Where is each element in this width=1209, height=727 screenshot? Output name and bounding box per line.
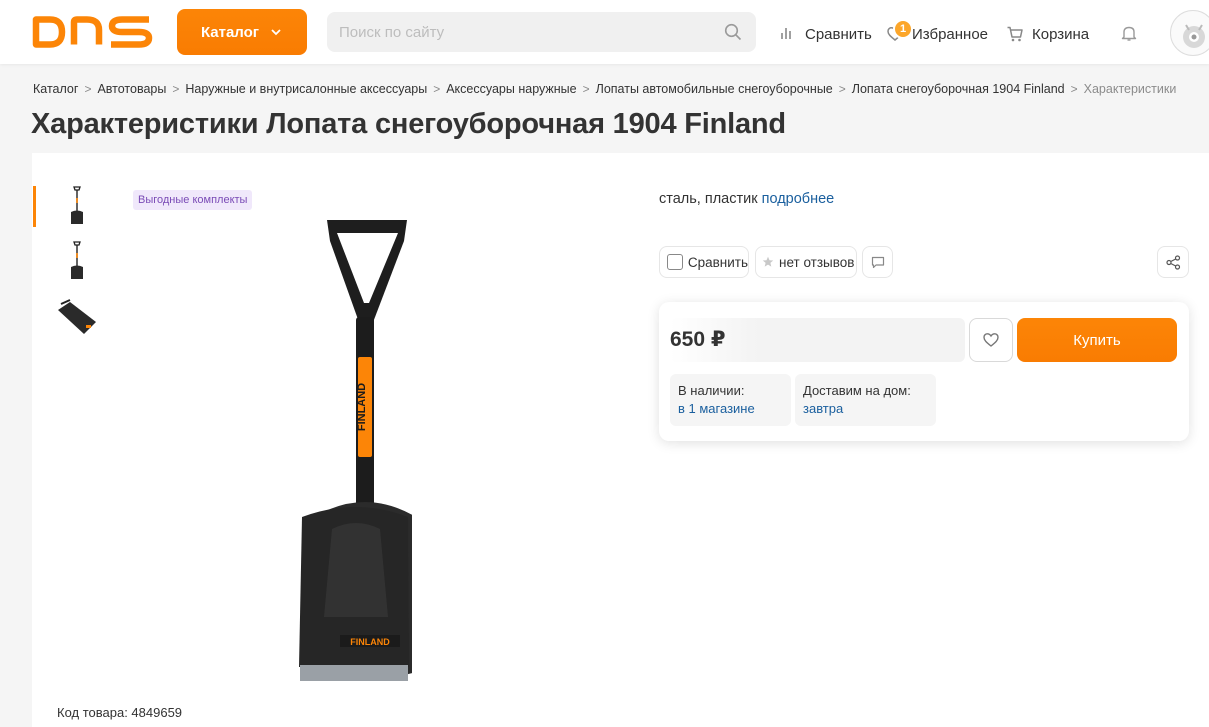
breadcrumb-item[interactable]: Аксессуары наружные: [446, 82, 576, 96]
share-button[interactable]: [1157, 246, 1189, 278]
bell-icon[interactable]: [1120, 24, 1138, 42]
delivery-label: Доставим на дом:: [803, 383, 911, 398]
brand-on-handle: FINLAND: [356, 383, 368, 431]
search-box: [327, 12, 756, 52]
availability-link[interactable]: в 1 магазине: [678, 400, 783, 418]
cart-icon: [1007, 26, 1023, 42]
comment-chip[interactable]: [862, 246, 893, 278]
breadcrumb-separator: >: [582, 82, 590, 96]
material-more-link[interactable]: подробнее: [762, 191, 835, 207]
heart-icon: [983, 333, 999, 347]
material-text: сталь, пластик: [659, 191, 758, 207]
user-avatar[interactable]: [1170, 10, 1209, 56]
product-material: сталь, пластик подробнее: [659, 191, 834, 207]
chevron-down-icon: [271, 29, 281, 36]
product-thumbnail-2[interactable]: [56, 240, 98, 282]
header-cart-label: Корзина: [1032, 25, 1090, 43]
product-thumbnail-1[interactable]: [56, 185, 98, 227]
breadcrumb-separator: >: [838, 82, 846, 96]
header-favorites-label: Избранное: [912, 25, 989, 43]
share-icon: [1165, 254, 1180, 270]
reviews-chip-label: нет отзывов: [779, 254, 855, 270]
delivery-tile: Доставим на дом: завтра: [795, 374, 936, 426]
buy-button[interactable]: Купить: [1017, 318, 1177, 362]
promo-tag[interactable]: Выгодные комплекты: [133, 190, 253, 210]
breadcrumb-separator: >: [1070, 82, 1078, 96]
site-header: Каталог Сравнить Избранное 1 Корзина: [0, 0, 1209, 64]
comment-icon: [871, 256, 884, 268]
delivery-link[interactable]: завтра: [803, 400, 928, 418]
product-price: 650 ₽: [670, 328, 726, 351]
availability-label: В наличии:: [678, 383, 745, 398]
compare-chip-label: Сравнить: [687, 254, 748, 270]
robot-avatar-icon: [1183, 24, 1205, 48]
availability-tile: В наличии: в 1 магазине: [670, 374, 791, 426]
product-main-image[interactable]: FINLAND FINLAND: [296, 217, 412, 685]
header-compare-label: Сравнить: [805, 25, 872, 43]
brand-on-blade: FINLAND: [350, 637, 390, 647]
breadcrumb-item[interactable]: Лопаты автомобильные снегоуборочные: [596, 82, 833, 96]
catalog-button-label: Каталог: [200, 23, 260, 41]
compare-bars-icon: [781, 28, 791, 39]
compare-chip[interactable]: Сравнить: [659, 246, 749, 278]
breadcrumb-separator: >: [433, 82, 441, 96]
breadcrumb-separator: >: [84, 82, 92, 96]
catalog-button[interactable]: Каталог: [177, 9, 307, 55]
product-thumbnail-3[interactable]: [56, 296, 98, 338]
breadcrumb-separator: >: [172, 82, 180, 96]
search-icon[interactable]: [724, 23, 742, 41]
search-input[interactable]: [327, 12, 697, 52]
breadcrumb: Каталог > Автотовары > Наружные и внутриса…: [33, 82, 1176, 96]
add-to-favorites-button[interactable]: [969, 318, 1013, 362]
header-compare[interactable]: Сравнить: [779, 22, 872, 46]
compare-checkbox[interactable]: [667, 254, 683, 270]
star-icon: [762, 256, 774, 267]
breadcrumb-item[interactable]: Наружные и внутрисалонные аксессуары: [185, 82, 427, 96]
reviews-chip[interactable]: нет отзывов: [755, 246, 857, 278]
favorites-count-badge: 1: [893, 19, 913, 39]
active-thumbnail-indicator: [33, 186, 36, 227]
breadcrumb-item[interactable]: Каталог: [33, 82, 78, 96]
page-title: Характеристики Лопата снегоуборочная 190…: [31, 108, 786, 140]
breadcrumb-item[interactable]: Автотовары: [97, 82, 166, 96]
header-cart[interactable]: Корзина: [1006, 22, 1089, 46]
breadcrumb-item[interactable]: Лопата снегоуборочная 1904 Finland: [852, 82, 1065, 96]
dns-logo[interactable]: [32, 16, 154, 48]
breadcrumb-current: Характеристики: [1083, 82, 1177, 96]
product-sku: Код товара: 4849659: [57, 705, 183, 720]
